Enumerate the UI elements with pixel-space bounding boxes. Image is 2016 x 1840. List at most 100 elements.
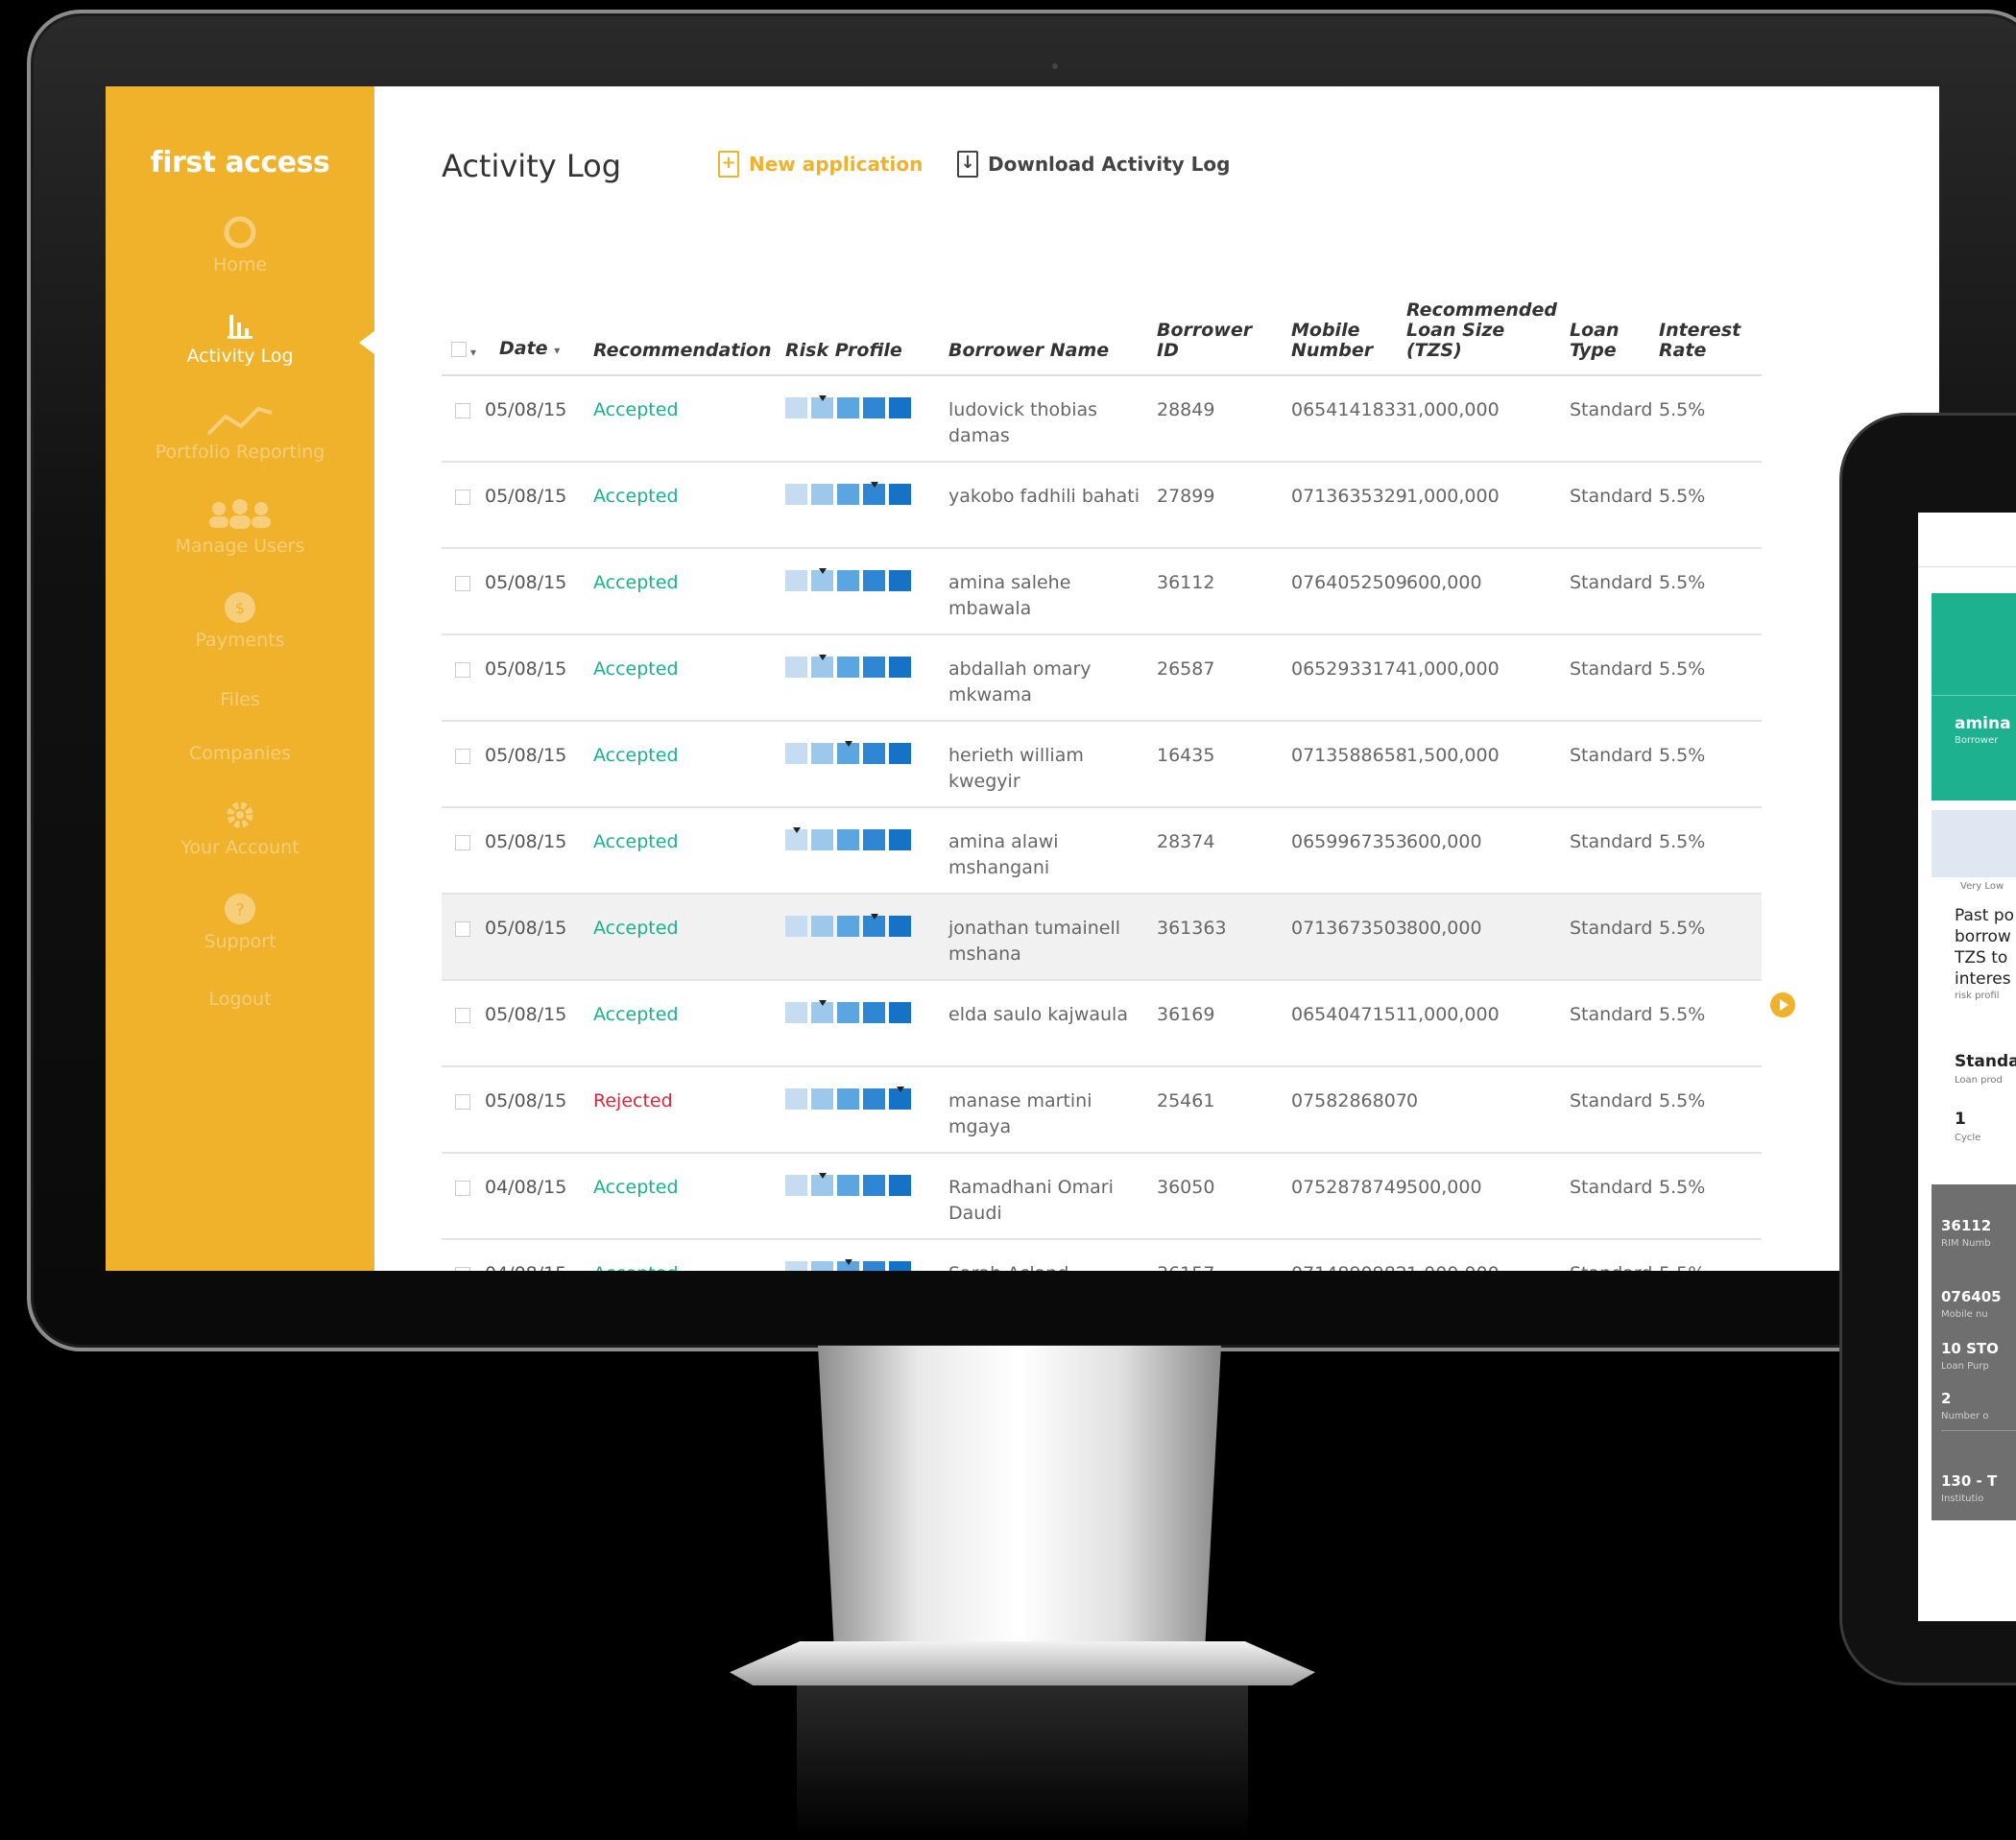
table-body: 05/08/15 Accepted ludovick thobias damas 28… — [442, 376, 1762, 1271]
risk-block — [811, 743, 833, 764]
row-loan-size: 1,000,000 — [1406, 658, 1500, 680]
risk-block — [811, 484, 833, 505]
tablet-detail-value: 076405 — [1941, 1288, 2002, 1305]
dollar-coin-icon: $ — [225, 592, 255, 623]
row-borrower-name[interactable]: herieth william kwegyir — [948, 743, 1145, 795]
row-borrower-name[interactable]: jonathan tumainell mshana — [948, 916, 1145, 968]
table-row[interactable]: 05/08/15 Accepted herieth william kwegyir 1… — [442, 722, 1762, 808]
col-loan-size: Recommended Loan Size (TZS) — [1406, 299, 1557, 361]
row-checkbox[interactable] — [455, 921, 470, 937]
row-borrower-name[interactable]: ludovick thobias damas — [948, 397, 1145, 449]
sidebar-item-label: Your Account — [180, 837, 300, 858]
row-mobile-number: 0752878749 — [1291, 1177, 1407, 1198]
sidebar-item-manage-users[interactable]: Manage Users — [106, 497, 374, 557]
row-interest-rate: 5.5% — [1659, 486, 1706, 507]
row-recommendation: Accepted — [593, 399, 679, 420]
sidebar-item-portfolio-reporting[interactable]: Portfolio Reporting — [106, 403, 374, 463]
row-checkbox[interactable] — [455, 403, 470, 418]
risk-block — [811, 1261, 833, 1271]
risk-block — [889, 1087, 911, 1110]
row-borrower-name[interactable]: amina alawi mshangani — [948, 829, 1145, 881]
app-screen: first access Home Activity Log Portfolio… — [106, 86, 1939, 1271]
risk-block — [837, 657, 859, 678]
tablet-card-divider — [1932, 695, 2016, 696]
download-icon: ↓ — [957, 151, 978, 178]
sidebar-item-label: Payments — [195, 630, 285, 651]
row-loan-type: Standard — [1570, 1004, 1653, 1025]
table-row[interactable]: 05/08/15 Accepted amina salehe mbawala 3611… — [442, 549, 1762, 635]
risk-block — [889, 570, 911, 591]
col-risk-profile: Risk Profile — [785, 340, 902, 361]
row-loan-size: 1,500,000 — [1406, 745, 1500, 766]
sidebar-item-logout[interactable]: Logout — [106, 989, 374, 1010]
row-borrower-id: 16435 — [1157, 745, 1215, 766]
active-indicator — [359, 331, 374, 354]
sidebar-item-home[interactable]: Home — [106, 216, 374, 275]
row-checkbox[interactable] — [455, 1008, 470, 1023]
row-loan-size: 1,000,000 — [1406, 1261, 1500, 1271]
row-borrower-name[interactable]: yakobo fadhili bahati — [948, 484, 1145, 510]
chevron-down-icon[interactable]: ▾ — [470, 346, 476, 359]
risk-block — [837, 1002, 859, 1023]
row-checkbox[interactable] — [455, 490, 470, 505]
col-date[interactable]: Date ▾ — [499, 339, 560, 361]
sidebar-item-your-account[interactable]: Your Account — [106, 799, 374, 858]
row-checkbox[interactable] — [455, 1094, 470, 1110]
play-icon[interactable] — [1770, 992, 1795, 1017]
select-all-checkbox[interactable] — [451, 342, 467, 357]
app-logo: first access — [150, 146, 330, 179]
download-activity-log-button[interactable]: ↓ Download Activity Log — [957, 151, 1230, 178]
row-checkbox[interactable] — [455, 749, 470, 764]
table-row[interactable]: 05/08/15 Accepted elda saulo kajwaula 36169… — [442, 981, 1762, 1067]
table-row[interactable]: 05/08/15 Accepted ludovick thobias damas 28… — [442, 376, 1762, 463]
row-borrower-name[interactable]: elda saulo kajwaula — [948, 1002, 1145, 1028]
sidebar-item-files[interactable]: Files — [106, 689, 374, 710]
table-row[interactable]: 04/08/15 Accepted Ramadhani Omari Daudi 360… — [442, 1154, 1762, 1240]
row-checkbox[interactable] — [455, 835, 470, 850]
row-checkbox[interactable] — [455, 662, 470, 678]
tablet-detail-label: RIM Numb — [1941, 1238, 1991, 1249]
row-checkbox[interactable] — [455, 576, 470, 591]
table-row[interactable]: 05/08/15 Rejected manase martini mgaya 2546… — [442, 1067, 1762, 1154]
risk-block — [837, 1088, 859, 1110]
col-mobile-number: Mobile Number — [1291, 320, 1374, 361]
row-borrower-name[interactable]: Ramadhani Omari Daudi — [948, 1175, 1145, 1227]
monitor-base — [730, 1641, 1315, 1685]
row-checkbox[interactable] — [455, 1267, 470, 1271]
table-row[interactable]: 05/08/15 Accepted amina alawi mshangani 283… — [442, 808, 1762, 895]
table-row[interactable]: 05/08/15 Accepted abdallah omary mkwama 265… — [442, 635, 1762, 722]
sidebar-item-support[interactable]: ? Support — [106, 893, 374, 952]
tablet-borrower-name: amina — [1955, 714, 2011, 733]
row-date: 04/08/15 — [485, 1177, 567, 1198]
row-mobile-number: 0714890982 — [1291, 1261, 1407, 1271]
table-row[interactable]: 05/08/15 Accepted jonathan tumainell mshan… — [442, 895, 1762, 981]
table-row[interactable]: 05/08/15 Accepted yakobo fadhili bahati 278… — [442, 463, 1762, 549]
risk-block — [837, 1175, 859, 1196]
row-borrower-id: 26587 — [1157, 658, 1215, 680]
table-row[interactable]: 04/08/15 Accepted Sarah Acland Abdallah 361… — [442, 1240, 1762, 1271]
risk-block — [811, 916, 833, 937]
row-borrower-name[interactable]: amina salehe mbawala — [948, 570, 1145, 622]
row-checkbox[interactable] — [455, 1181, 470, 1196]
download-label: Download Activity Log — [988, 153, 1231, 176]
row-borrower-name[interactable]: Sarah Acland Abdallah — [948, 1261, 1145, 1271]
row-borrower-name[interactable]: abdallah omary mkwama — [948, 657, 1145, 708]
sidebar-item-label: Manage Users — [175, 536, 305, 557]
stand-reflection — [797, 1685, 1248, 1840]
tablet-borrower-card — [1932, 593, 2016, 801]
col-loan-type: Loan Type — [1570, 320, 1620, 361]
risk-profile-bar — [785, 482, 911, 505]
sidebar-item-companies[interactable]: Companies — [106, 743, 374, 764]
monitor-stand — [818, 1346, 1221, 1648]
risk-profile-bar — [785, 1000, 911, 1023]
row-loan-type: Standard — [1570, 658, 1653, 680]
gear-icon — [227, 801, 253, 828]
row-recommendation: Accepted — [593, 918, 679, 939]
sidebar-item-activity-log[interactable]: Activity Log — [106, 309, 374, 367]
row-recommendation: Accepted — [593, 1177, 679, 1198]
new-application-button[interactable]: + New application — [718, 151, 923, 178]
sidebar-item-payments[interactable]: $ Payments — [106, 591, 374, 651]
row-borrower-name[interactable]: manase martini mgaya — [948, 1088, 1145, 1140]
risk-block — [785, 1088, 807, 1110]
risk-block — [837, 397, 859, 418]
